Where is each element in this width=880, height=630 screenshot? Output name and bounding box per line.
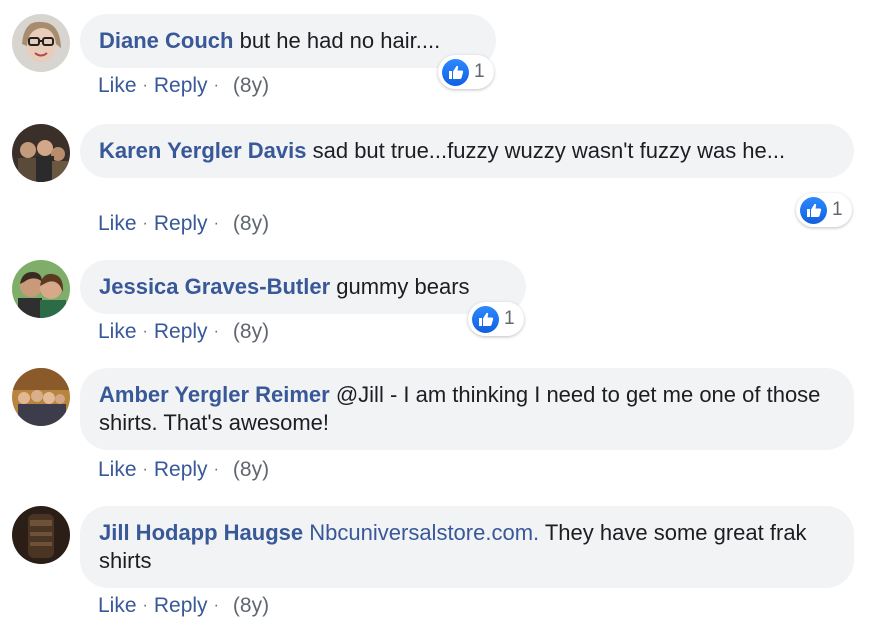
reaction-count: 1 bbox=[832, 199, 843, 220]
avatar[interactable] bbox=[12, 368, 70, 426]
comment-author[interactable]: Jill Hodapp Haugse bbox=[99, 520, 303, 545]
avatar[interactable] bbox=[12, 14, 70, 72]
separator: · bbox=[213, 597, 219, 614]
separator: · bbox=[213, 215, 219, 232]
thumbs-up-icon bbox=[472, 305, 499, 333]
separator: · bbox=[213, 461, 219, 478]
reply-link[interactable]: Reply bbox=[154, 212, 208, 235]
avatar[interactable] bbox=[12, 506, 70, 564]
comment-actions: Like · Reply · (8y) bbox=[98, 212, 269, 236]
avatar[interactable] bbox=[12, 124, 70, 182]
comment-actions: Like · Reply · (8y) bbox=[98, 458, 269, 482]
thumbs-up-icon bbox=[800, 196, 827, 224]
comment-author[interactable]: Amber Yergler Reimer bbox=[99, 382, 330, 407]
comment-bubble: Jessica Graves-Butler gummy bears bbox=[80, 260, 526, 314]
like-link[interactable]: Like bbox=[98, 212, 137, 235]
comment-bubble: Amber Yergler Reimer @Jill - I am thinki… bbox=[80, 368, 854, 450]
reaction-count-pill[interactable]: 1 bbox=[796, 193, 852, 227]
comment-bubble: Karen Yergler Davis sad but true...fuzzy… bbox=[80, 124, 854, 178]
separator: · bbox=[213, 323, 219, 340]
like-link[interactable]: Like bbox=[98, 594, 137, 617]
reply-link[interactable]: Reply bbox=[154, 74, 208, 97]
comment-timestamp[interactable]: (8y) bbox=[233, 74, 269, 97]
comment-bubble: Diane Couch but he had no hair.... bbox=[80, 14, 496, 68]
comment-bubble: Jill Hodapp Haugse Nbcuniversalstore.com… bbox=[80, 506, 854, 588]
reaction-count-pill[interactable]: 1 bbox=[438, 55, 494, 89]
comment-text: gummy bears bbox=[330, 274, 470, 299]
comment-timestamp[interactable]: (8y) bbox=[233, 320, 269, 343]
separator: · bbox=[142, 215, 148, 232]
comment-timestamp[interactable]: (8y) bbox=[233, 594, 269, 617]
comment-actions: Like · Reply · (8y) bbox=[98, 74, 269, 98]
comment-author[interactable]: Diane Couch bbox=[99, 28, 233, 53]
like-link[interactable]: Like bbox=[98, 320, 137, 343]
reply-link[interactable]: Reply bbox=[154, 320, 208, 343]
comment-text: sad but true...fuzzy wuzzy wasn't fuzzy … bbox=[306, 138, 786, 163]
comment-actions: Like · Reply · (8y) bbox=[98, 320, 269, 344]
separator: · bbox=[142, 461, 148, 478]
separator: · bbox=[142, 77, 148, 94]
reaction-count: 1 bbox=[474, 61, 485, 82]
separator: · bbox=[142, 323, 148, 340]
thumbs-up-icon bbox=[442, 58, 469, 86]
comment-timestamp[interactable]: (8y) bbox=[233, 212, 269, 235]
reply-link[interactable]: Reply bbox=[154, 458, 208, 481]
like-link[interactable]: Like bbox=[98, 458, 137, 481]
reaction-count: 1 bbox=[504, 308, 515, 329]
like-link[interactable]: Like bbox=[98, 74, 137, 97]
comment-text: but he had no hair.... bbox=[233, 28, 441, 53]
separator: · bbox=[213, 77, 219, 94]
reply-link[interactable]: Reply bbox=[154, 594, 208, 617]
store-link[interactable]: Nbcuniversalstore.com. bbox=[309, 520, 539, 545]
comment-actions: Like · Reply · (8y) bbox=[98, 594, 269, 618]
separator: · bbox=[142, 597, 148, 614]
avatar[interactable] bbox=[12, 260, 70, 318]
reaction-count-pill[interactable]: 1 bbox=[468, 302, 524, 336]
comment-author[interactable]: Jessica Graves-Butler bbox=[99, 274, 330, 299]
comment-timestamp[interactable]: (8y) bbox=[233, 458, 269, 481]
comment-author[interactable]: Karen Yergler Davis bbox=[99, 138, 307, 163]
